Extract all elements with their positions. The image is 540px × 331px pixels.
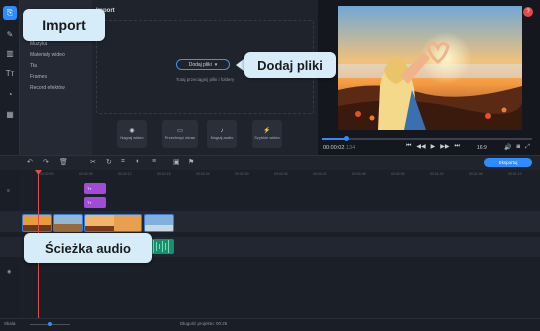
ruler-tick: 00:01:06 [469, 172, 483, 176]
scale-label: Skala: [4, 321, 17, 326]
video-preview [338, 6, 522, 130]
category-item[interactable]: Frames [30, 74, 47, 80]
more-icon[interactable]: ▦ [3, 107, 17, 121]
ruler-tick: 00:00:24 [196, 172, 210, 176]
app-window: ⎘ ✎ ▥ Tт ◔ ▦ Muzyka Materiały wideo Tła … [0, 0, 540, 331]
add-files-button[interactable]: Dodaj pliki ▾ [176, 59, 230, 70]
ruler-tick: 00:00:48 [352, 172, 366, 176]
ruler-tick: 00:01:12 [508, 172, 522, 176]
add-track-icon[interactable]: ≡ [7, 188, 10, 194]
edit-toolbar: ↶ ↷ 🗑 ✂ ↻ ⌗ ◐ ≡ ▣ ⚑ [0, 155, 540, 170]
text-clip[interactable]: Tт [84, 183, 106, 194]
undo-icon[interactable]: ↶ [27, 158, 33, 166]
zoom-slider[interactable] [30, 322, 70, 326]
marker-icon[interactable]: ▣ [173, 158, 180, 166]
text-clip[interactable]: Tт [84, 197, 106, 208]
add-files-callout: Dodaj pliki [244, 52, 336, 78]
filters-icon[interactable]: ✎ [3, 27, 17, 41]
cut-icon[interactable]: ✂ [90, 158, 96, 166]
rewind-icon[interactable]: ◀◀ [416, 143, 425, 150]
record-video-button[interactable]: ◉ Nagraj wideo [117, 120, 147, 148]
ruler-tick: 00:00:06 [79, 172, 93, 176]
ruler-tick: 00:00:12 [118, 172, 132, 176]
import-icon[interactable]: ⎘ [3, 6, 17, 20]
redo-icon[interactable]: ↷ [43, 158, 49, 166]
transport-controls: ⏮ ◀◀ ▶ ▶▶ ⏭ [406, 143, 460, 150]
category-item[interactable]: Record efektów [30, 85, 65, 91]
timecode-fraction: .134 [344, 145, 356, 151]
ruler-tick: 00:01:00 [430, 172, 444, 176]
ruler-tick: 00:00:36 [274, 172, 288, 176]
video-clip[interactable] [84, 214, 142, 232]
ruler-tick: 00:00:30 [235, 172, 249, 176]
scrubber-handle[interactable] [344, 136, 349, 141]
category-item[interactable]: Muzyka [30, 41, 47, 47]
properties-icon[interactable]: ≡ [152, 158, 156, 165]
scrubber-progress [322, 138, 346, 140]
forward-icon[interactable]: ▶▶ [440, 143, 449, 150]
fullscreen-icon[interactable]: ⤢ [525, 144, 530, 151]
sidebar-rail: ⎘ ✎ ▥ Tт ◔ ▦ [0, 0, 20, 160]
ruler-tick: 00:00:00 [40, 172, 54, 176]
chevron-down-icon: ▾ [214, 61, 218, 68]
color-icon[interactable]: ◐ [136, 158, 140, 165]
clip-thumbnail [145, 215, 173, 231]
video-clip[interactable] [144, 214, 174, 232]
timecode: 00:00:02.134 [323, 145, 355, 151]
export-button[interactable]: Eksportuj [484, 158, 532, 167]
flag-icon[interactable]: ⚑ [188, 158, 194, 166]
drop-hint: Tutaj przeciągnij pliki i foldery [175, 77, 235, 82]
timecode-value: 00:00:02 [323, 145, 345, 151]
help-icon[interactable]: ? [523, 7, 533, 17]
add-files-label: Dodaj pliki [188, 61, 212, 68]
microphone-icon: ♪ [220, 127, 224, 134]
zoom-handle[interactable] [48, 322, 52, 326]
playback-scrubber[interactable] [322, 136, 532, 141]
skip-start-icon[interactable]: ⏮ [406, 143, 411, 150]
video-clip[interactable] [53, 214, 83, 232]
project-duration: Długość projektu: 00:26 [180, 321, 227, 326]
transitions-icon[interactable]: ▥ [3, 46, 17, 60]
stickers-icon[interactable]: ◔ [3, 87, 17, 101]
clip-thumbnail [54, 215, 82, 231]
quick-video-button[interactable]: ⚡ Szybkie wideo [252, 120, 282, 148]
record-audio-button[interactable]: ♪ Nagraj audio [207, 120, 237, 148]
rotate-icon[interactable]: ↻ [106, 158, 112, 166]
category-item[interactable]: Tła [30, 63, 37, 69]
button-label: Nagraj wideo [120, 135, 144, 141]
duration-label: Długość projektu: [180, 321, 215, 326]
screen-icon: ▭ [177, 128, 183, 135]
titles-icon[interactable]: Tт [3, 66, 17, 80]
video-clip[interactable] [22, 214, 52, 232]
screen-capture-button[interactable]: ▭ Przechwyć ekran [162, 120, 198, 148]
button-label: Przechwyć ekran [164, 135, 196, 141]
play-icon[interactable]: ▶ [431, 143, 436, 150]
ruler-tick: 00:00:42 [313, 172, 327, 176]
status-bar [0, 318, 540, 331]
ruler-tick: 00:00:54 [391, 172, 405, 176]
clip-thumbnail [85, 215, 141, 231]
category-item[interactable]: Materiały wideo [30, 52, 65, 58]
button-label: Nagraj audio [210, 134, 234, 140]
record-icon: ◉ [129, 128, 135, 135]
import-callout: Import [23, 9, 105, 41]
audio-track-mute-icon[interactable]: ◉ [7, 269, 11, 275]
duration-value: 00:26 [216, 321, 228, 326]
delete-icon[interactable]: 🗑 [59, 158, 68, 166]
preview-tools: 🔊 ◙ ⤢ [504, 144, 530, 151]
ruler-tick: 00:00:18 [157, 172, 171, 176]
skip-end-icon[interactable]: ⏭ [455, 143, 460, 150]
sunset-image [338, 6, 522, 130]
time-ruler[interactable]: 00:00:00 00:00:06 00:00:12 00:00:18 00:0… [20, 170, 540, 180]
quick-video-icon: ⚡ [263, 128, 271, 135]
audio-track-callout: Ścieżka audio [24, 233, 152, 263]
button-label: Szybkie wideo [254, 135, 280, 141]
callout-pointer [236, 59, 244, 71]
aspect-ratio-select[interactable]: 16:9 [477, 145, 487, 151]
snapshot-icon[interactable]: ◙ [516, 144, 520, 151]
crop-icon[interactable]: ⌗ [121, 158, 125, 166]
volume-icon[interactable]: 🔊 [504, 144, 511, 151]
